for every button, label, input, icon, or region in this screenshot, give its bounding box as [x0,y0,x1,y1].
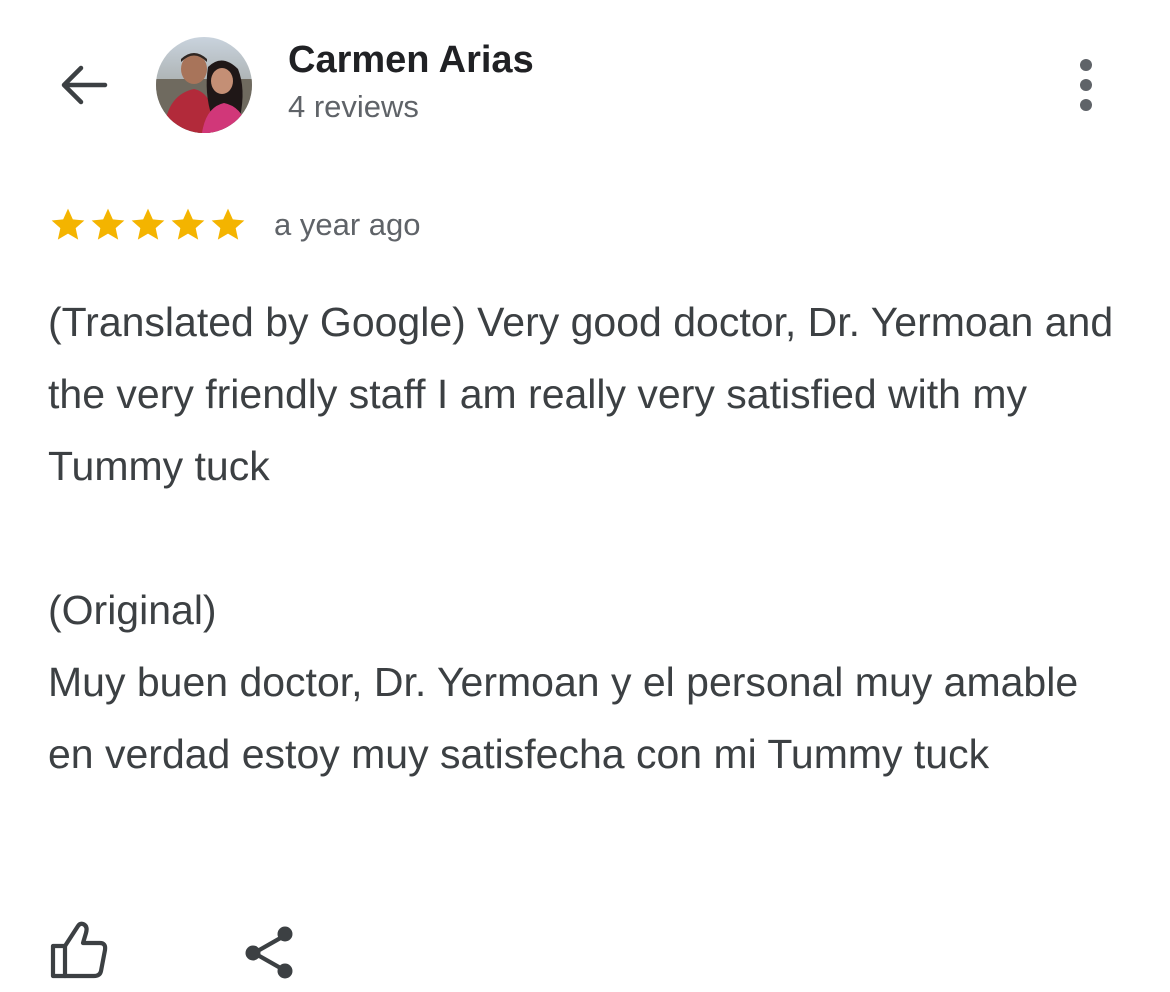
review-count: 4 reviews [288,89,419,124]
star-icon [171,208,205,240]
avatar-photo [156,37,252,133]
share-icon [245,926,293,979]
arrow-left-icon [61,65,108,105]
reviewer-name[interactable]: Carmen Arias [288,38,534,82]
star-icon [131,208,165,240]
more-vertical-icon [1080,55,1092,115]
share-button[interactable] [240,922,300,982]
thumbs-up-icon [50,921,108,979]
star-rating [48,205,248,245]
like-button[interactable] [46,918,112,982]
rating-row: a year ago [48,200,421,250]
more-options-button[interactable] [1062,52,1110,118]
back-button[interactable] [50,52,116,118]
review-date: a year ago [274,207,421,242]
star-icon [211,208,245,240]
star-icon [51,208,85,240]
translated-review-text: (Translated by Google) Very good doctor,… [48,299,1114,489]
review-text: (Translated by Google) Very good doctor,… [48,286,1128,790]
avatar[interactable] [156,37,252,133]
original-label: (Original) [48,587,217,633]
original-review-text: Muy buen doctor, Dr. Yermoan y el person… [48,659,1079,777]
star-icon [91,208,125,240]
